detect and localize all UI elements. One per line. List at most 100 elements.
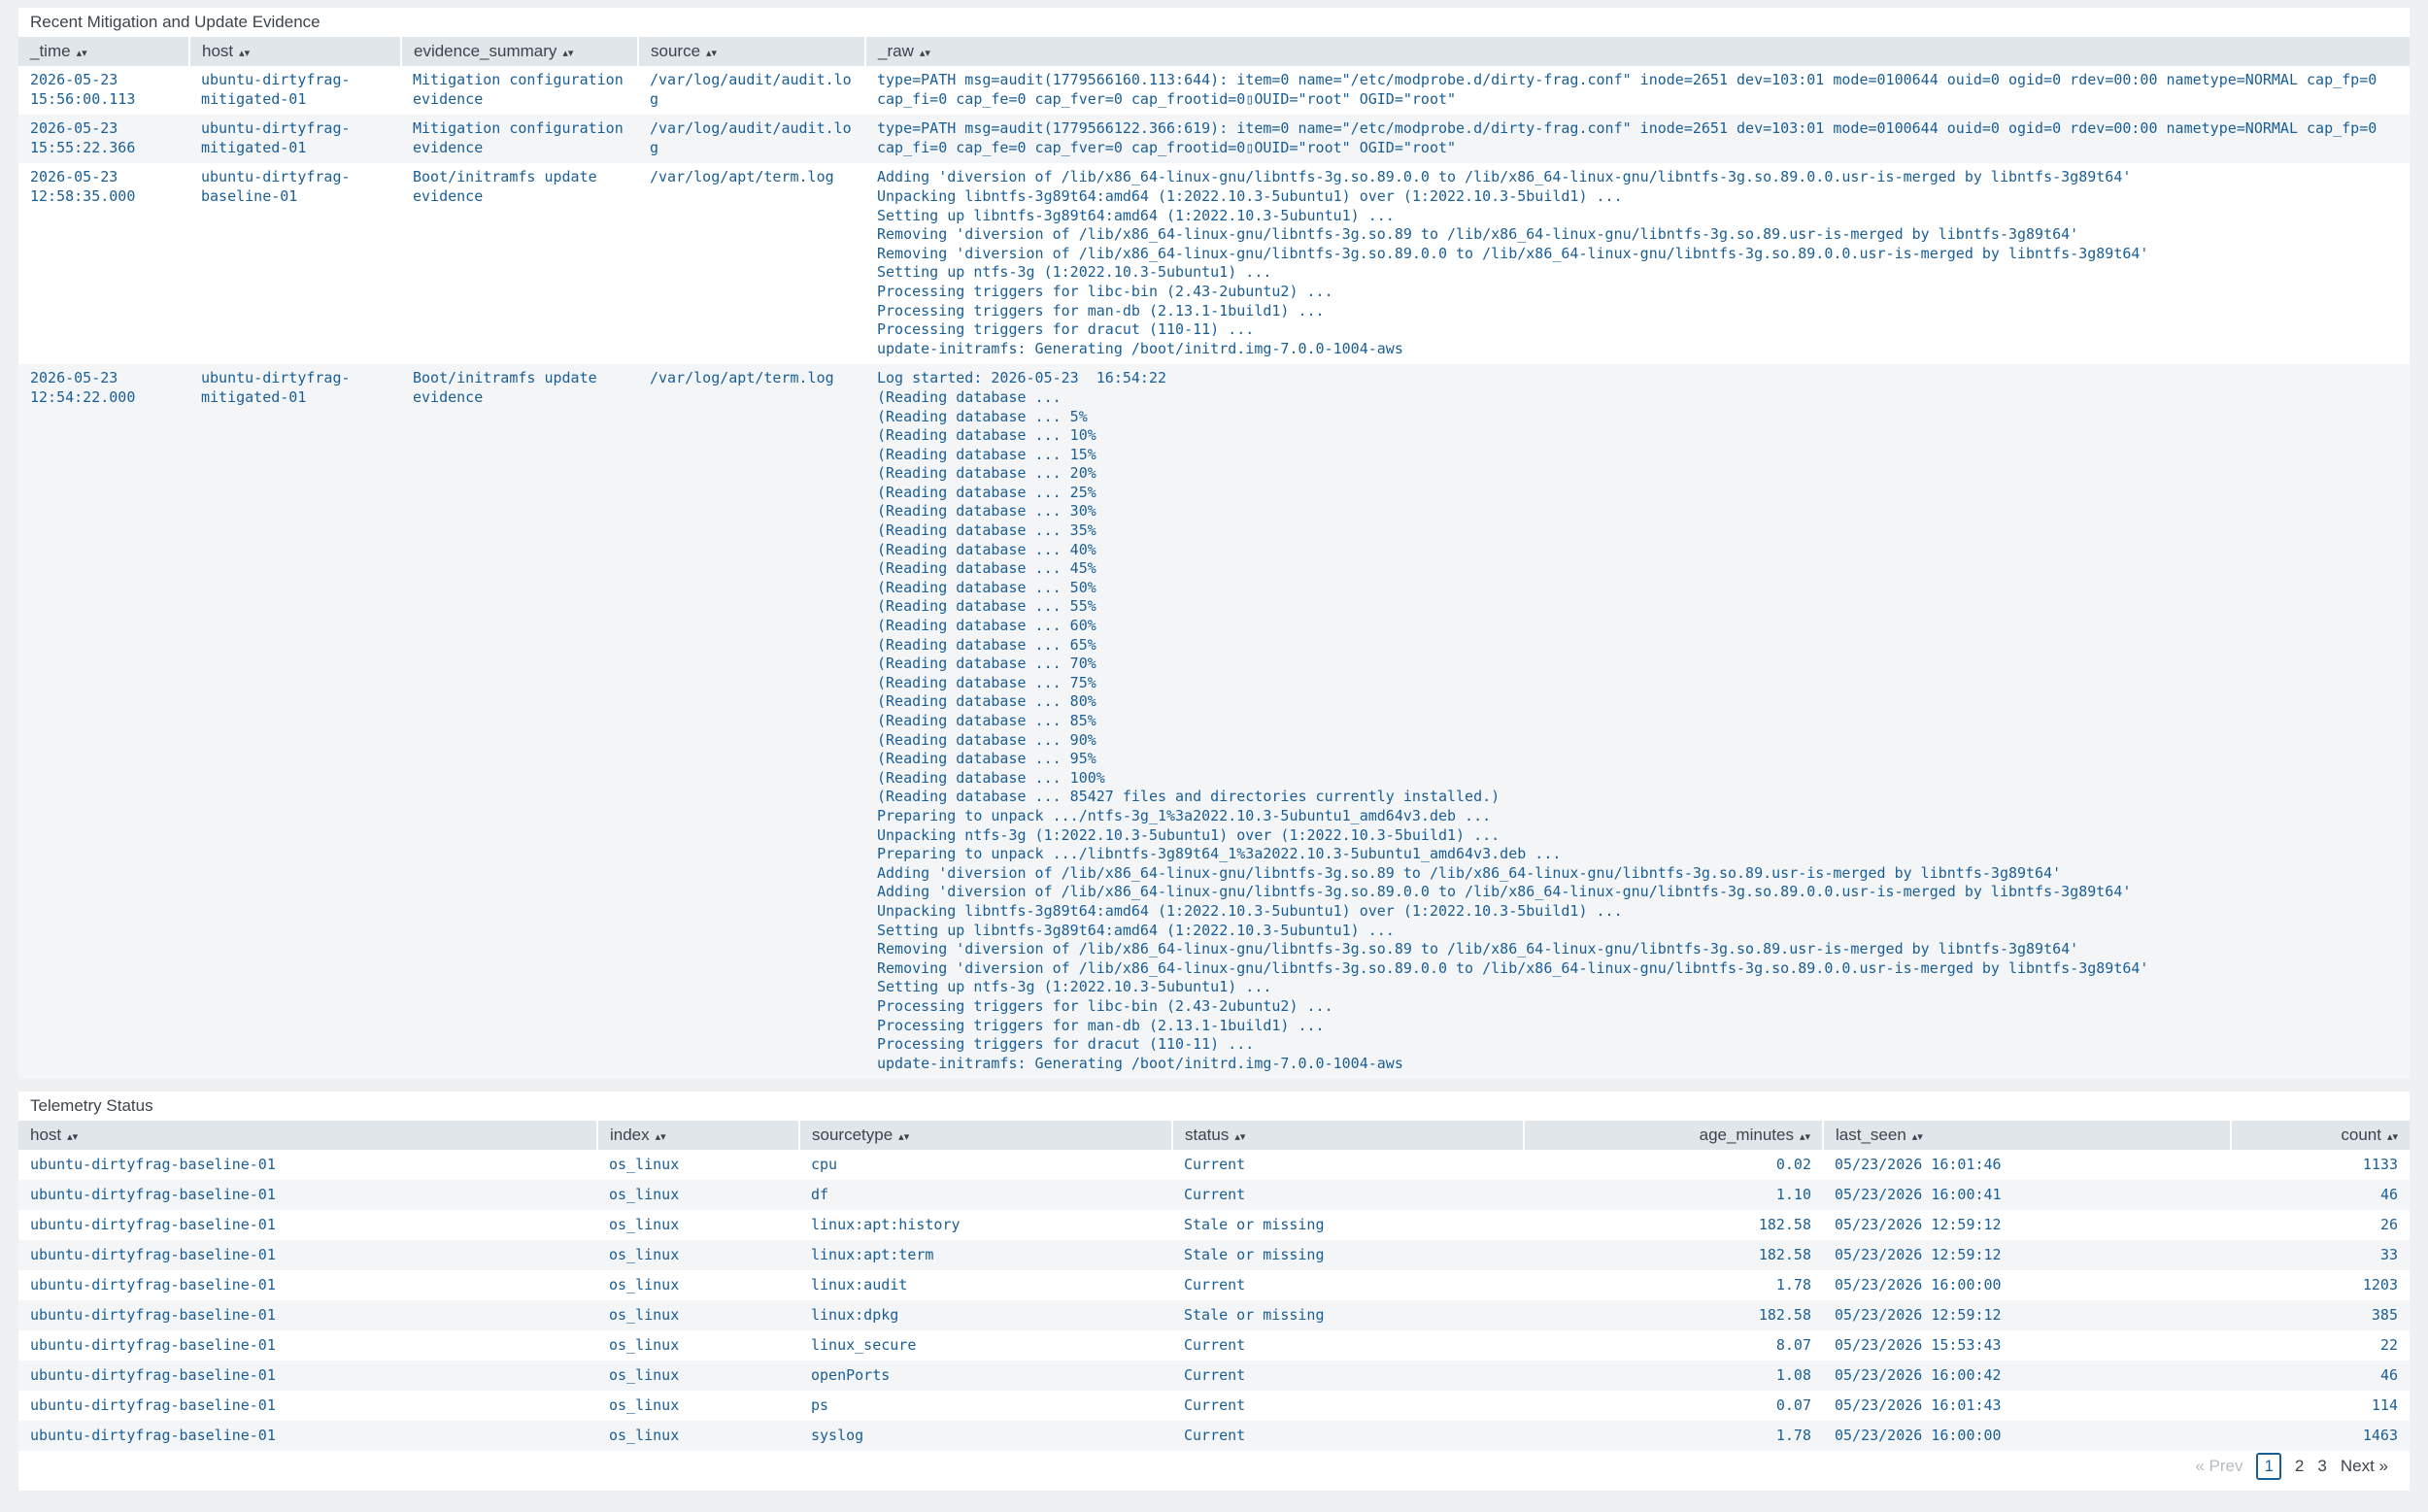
cell-status[interactable]: Current bbox=[1172, 1361, 1524, 1391]
cell-status[interactable]: Stale or missing bbox=[1172, 1210, 1524, 1240]
col-header-time[interactable]: _time ▴▾ bbox=[18, 37, 190, 66]
sort-icon[interactable]: ▴▾ bbox=[1912, 1131, 1923, 1143]
sort-icon[interactable]: ▴▾ bbox=[562, 48, 573, 59]
cell-status[interactable]: Current bbox=[1172, 1270, 1524, 1300]
cell-sourcetype[interactable]: linux:audit bbox=[799, 1270, 1172, 1300]
col-header-last-seen[interactable]: last_seen ▴▾ bbox=[1823, 1121, 2232, 1150]
cell-raw[interactable]: Log started: 2026-05-23 16:54:22 (Readin… bbox=[865, 364, 2410, 1080]
cell-index[interactable]: os_linux bbox=[597, 1361, 799, 1391]
cell-index[interactable]: os_linux bbox=[597, 1270, 799, 1300]
cell-count[interactable]: 1203 bbox=[2231, 1270, 2410, 1300]
sort-icon[interactable]: ▴▾ bbox=[2387, 1131, 2398, 1143]
sort-icon[interactable]: ▴▾ bbox=[239, 48, 250, 59]
cell-age-minutes[interactable]: 1.08 bbox=[1524, 1361, 1823, 1391]
cell-last-seen[interactable]: 05/23/2026 16:00:00 bbox=[1823, 1270, 2231, 1300]
cell-host[interactable]: ubuntu-dirtyfrag-baseline-01 bbox=[18, 1270, 597, 1300]
cell-time[interactable]: 2026-05-23 15:56:00.113 bbox=[18, 66, 189, 116]
cell-host[interactable]: ubuntu-dirtyfrag-baseline-01 bbox=[18, 1361, 597, 1391]
cell-host[interactable]: ubuntu-dirtyfrag-mitigated-01 bbox=[189, 66, 401, 116]
cell-host[interactable]: ubuntu-dirtyfrag-baseline-01 bbox=[18, 1180, 597, 1210]
cell-last-seen[interactable]: 05/23/2026 12:59:12 bbox=[1823, 1240, 2231, 1270]
cell-host[interactable]: ubuntu-dirtyfrag-baseline-01 bbox=[18, 1300, 597, 1330]
cell-count[interactable]: 114 bbox=[2231, 1391, 2410, 1421]
cell-host[interactable]: ubuntu-dirtyfrag-baseline-01 bbox=[18, 1330, 597, 1361]
col-header-sourcetype[interactable]: sourcetype ▴▾ bbox=[799, 1121, 1173, 1150]
cell-sourcetype[interactable]: syslog bbox=[799, 1421, 1172, 1451]
col-header-evidence-summary[interactable]: evidence_summary ▴▾ bbox=[401, 37, 639, 66]
cell-last-seen[interactable]: 05/23/2026 12:59:12 bbox=[1823, 1210, 2231, 1240]
cell-sourcetype[interactable]: linux:apt:term bbox=[799, 1240, 1172, 1270]
cell-index[interactable]: os_linux bbox=[597, 1150, 799, 1180]
col-header-host[interactable]: host ▴▾ bbox=[18, 1121, 598, 1150]
cell-last-seen[interactable]: 05/23/2026 16:00:42 bbox=[1823, 1361, 2231, 1391]
cell-source[interactable]: /var/log/apt/term.log bbox=[638, 364, 865, 1080]
cell-source[interactable]: /var/log/apt/term.log bbox=[638, 163, 865, 365]
cell-count[interactable]: 46 bbox=[2231, 1180, 2410, 1210]
cell-age-minutes[interactable]: 0.02 bbox=[1524, 1150, 1823, 1180]
col-header-age-minutes[interactable]: age_minutes ▴▾ bbox=[1524, 1121, 1824, 1150]
cell-count[interactable]: 1463 bbox=[2231, 1421, 2410, 1451]
cell-evidence-summary[interactable]: Mitigation configuration evidence bbox=[401, 115, 638, 164]
cell-host[interactable]: ubuntu-dirtyfrag-mitigated-01 bbox=[189, 115, 401, 164]
cell-raw[interactable]: Adding 'diversion of /lib/x86_64-linux-g… bbox=[865, 163, 2410, 365]
cell-age-minutes[interactable]: 8.07 bbox=[1524, 1330, 1823, 1361]
cell-status[interactable]: Current bbox=[1172, 1150, 1524, 1180]
cell-last-seen[interactable]: 05/23/2026 16:00:00 bbox=[1823, 1421, 2231, 1451]
col-header-host[interactable]: host ▴▾ bbox=[189, 37, 402, 66]
cell-count[interactable]: 385 bbox=[2231, 1300, 2410, 1330]
cell-evidence-summary[interactable]: Boot/initramfs update evidence bbox=[401, 163, 638, 365]
cell-status[interactable]: Current bbox=[1172, 1330, 1524, 1361]
page-button-1[interactable]: 1 bbox=[2256, 1453, 2281, 1480]
cell-status[interactable]: Current bbox=[1172, 1421, 1524, 1451]
cell-time[interactable]: 2026-05-23 12:54:22.000 bbox=[18, 364, 189, 1080]
sort-icon[interactable]: ▴▾ bbox=[898, 1131, 909, 1143]
cell-host[interactable]: ubuntu-dirtyfrag-baseline-01 bbox=[189, 163, 401, 365]
cell-count[interactable]: 26 bbox=[2231, 1210, 2410, 1240]
cell-index[interactable]: os_linux bbox=[597, 1391, 799, 1421]
col-header-status[interactable]: status ▴▾ bbox=[1172, 1121, 1525, 1150]
cell-host[interactable]: ubuntu-dirtyfrag-baseline-01 bbox=[18, 1240, 597, 1270]
cell-age-minutes[interactable]: 1.78 bbox=[1524, 1421, 1823, 1451]
cell-last-seen[interactable]: 05/23/2026 12:59:12 bbox=[1823, 1300, 2231, 1330]
cell-count[interactable]: 46 bbox=[2231, 1361, 2410, 1391]
cell-raw[interactable]: type=PATH msg=audit(1779566160.113:644):… bbox=[865, 66, 2410, 116]
col-header-index[interactable]: index ▴▾ bbox=[597, 1121, 800, 1150]
cell-index[interactable]: os_linux bbox=[597, 1421, 799, 1451]
col-header-raw[interactable]: _raw ▴▾ bbox=[865, 37, 2410, 66]
col-header-count[interactable]: count ▴▾ bbox=[2231, 1121, 2410, 1150]
page-button-2[interactable]: 2 bbox=[2295, 1457, 2304, 1476]
cell-source[interactable]: /var/log/audit/audit.log bbox=[638, 66, 865, 116]
sort-icon[interactable]: ▴▾ bbox=[77, 48, 87, 59]
cell-host[interactable]: ubuntu-dirtyfrag-baseline-01 bbox=[18, 1210, 597, 1240]
cell-index[interactable]: os_linux bbox=[597, 1330, 799, 1361]
cell-evidence-summary[interactable]: Boot/initramfs update evidence bbox=[401, 364, 638, 1080]
cell-age-minutes[interactable]: 182.58 bbox=[1524, 1300, 1823, 1330]
cell-count[interactable]: 1133 bbox=[2231, 1150, 2410, 1180]
cell-age-minutes[interactable]: 182.58 bbox=[1524, 1210, 1823, 1240]
cell-last-seen[interactable]: 05/23/2026 16:01:43 bbox=[1823, 1391, 2231, 1421]
cell-age-minutes[interactable]: 182.58 bbox=[1524, 1240, 1823, 1270]
sort-icon[interactable]: ▴▾ bbox=[1800, 1131, 1810, 1143]
cell-index[interactable]: os_linux bbox=[597, 1210, 799, 1240]
cell-status[interactable]: Stale or missing bbox=[1172, 1300, 1524, 1330]
cell-time[interactable]: 2026-05-23 15:55:22.366 bbox=[18, 115, 189, 164]
next-page-button[interactable]: Next » bbox=[2341, 1457, 2388, 1476]
cell-host[interactable]: ubuntu-dirtyfrag-baseline-01 bbox=[18, 1421, 597, 1451]
cell-index[interactable]: os_linux bbox=[597, 1300, 799, 1330]
cell-sourcetype[interactable]: linux:apt:history bbox=[799, 1210, 1172, 1240]
cell-sourcetype[interactable]: openPorts bbox=[799, 1361, 1172, 1391]
cell-sourcetype[interactable]: linux_secure bbox=[799, 1330, 1172, 1361]
sort-icon[interactable]: ▴▾ bbox=[656, 1131, 666, 1143]
sort-icon[interactable]: ▴▾ bbox=[920, 48, 930, 59]
cell-last-seen[interactable]: 05/23/2026 16:00:41 bbox=[1823, 1180, 2231, 1210]
sort-icon[interactable]: ▴▾ bbox=[67, 1131, 78, 1143]
cell-count[interactable]: 33 bbox=[2231, 1240, 2410, 1270]
page-button-3[interactable]: 3 bbox=[2317, 1457, 2326, 1476]
cell-sourcetype[interactable]: df bbox=[799, 1180, 1172, 1210]
cell-raw[interactable]: type=PATH msg=audit(1779566122.366:619):… bbox=[865, 115, 2410, 164]
sort-icon[interactable]: ▴▾ bbox=[706, 48, 717, 59]
cell-sourcetype[interactable]: cpu bbox=[799, 1150, 1172, 1180]
sort-icon[interactable]: ▴▾ bbox=[1234, 1131, 1245, 1143]
cell-index[interactable]: os_linux bbox=[597, 1240, 799, 1270]
cell-sourcetype[interactable]: linux:dpkg bbox=[799, 1300, 1172, 1330]
